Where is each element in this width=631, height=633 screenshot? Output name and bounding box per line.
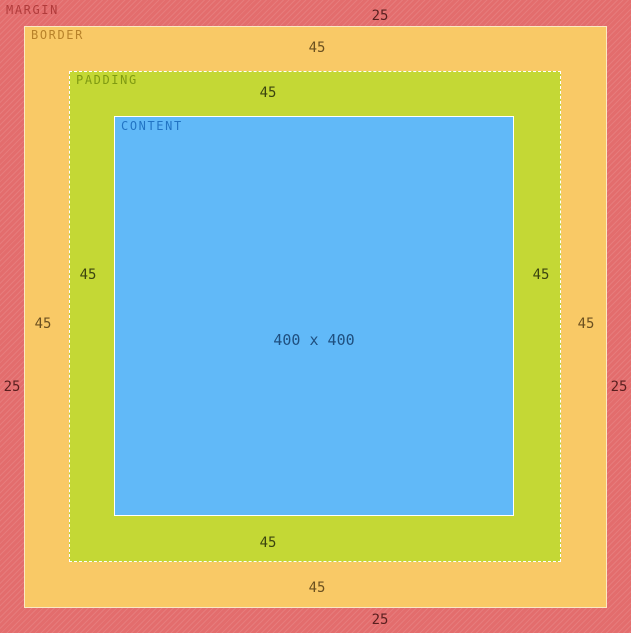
padding-bottom-value: 45 <box>259 535 277 551</box>
padding-right-value: 45 <box>532 267 550 283</box>
margin-top-value: 25 <box>371 8 389 24</box>
margin-bottom-value: 25 <box>371 612 389 628</box>
box-model-diagram: MARGIN BORDER PADDING CONTENT 25 25 25 2… <box>0 0 631 633</box>
margin-label: MARGIN <box>6 3 59 17</box>
content-label: CONTENT <box>121 119 183 133</box>
margin-right-value: 25 <box>610 379 628 395</box>
margin-left-value: 25 <box>3 379 21 395</box>
content-size-value: 400 x 400 <box>273 331 355 349</box>
border-left-value: 45 <box>34 316 52 332</box>
border-right-value: 45 <box>577 316 595 332</box>
border-top-value: 45 <box>308 40 326 56</box>
padding-left-value: 45 <box>79 267 97 283</box>
border-label: BORDER <box>31 28 84 42</box>
padding-top-value: 45 <box>259 85 277 101</box>
border-bottom-value: 45 <box>308 580 326 596</box>
content-region <box>114 116 514 516</box>
padding-label: PADDING <box>76 73 138 87</box>
